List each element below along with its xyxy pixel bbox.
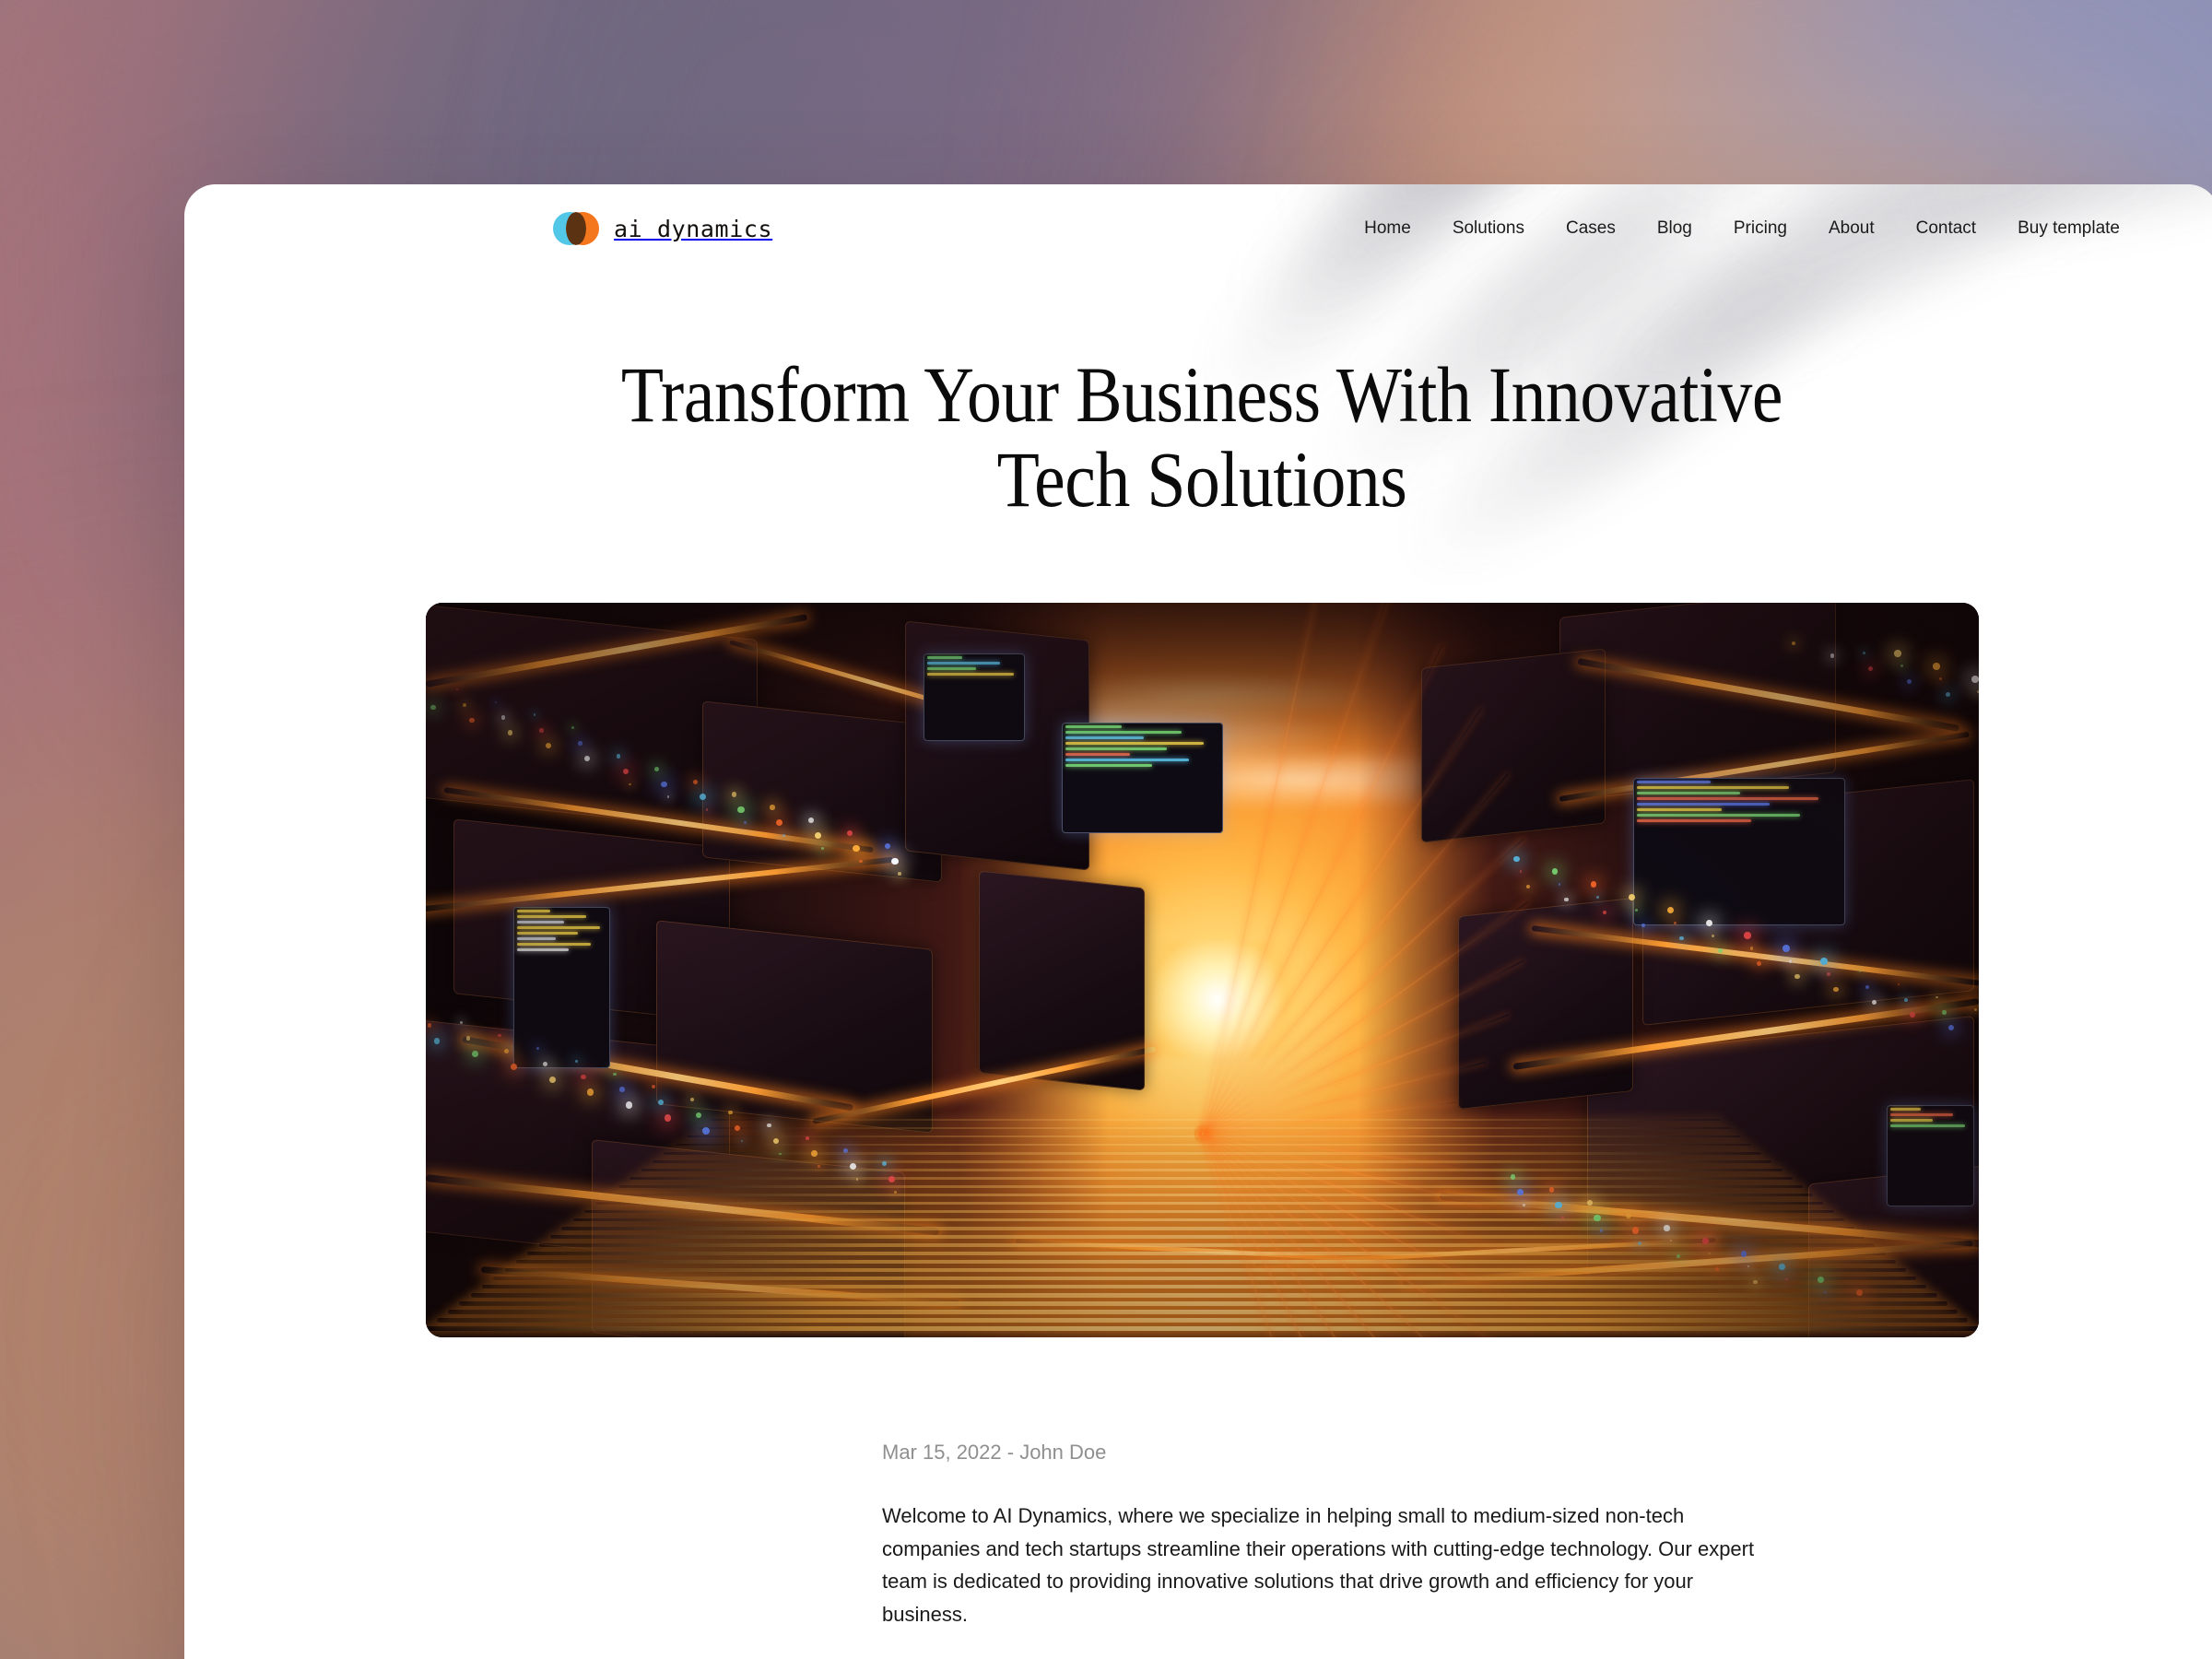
headline-line-1: Transform Your Business With Innovative: [620, 350, 1783, 439]
hero-image: [425, 603, 1979, 1338]
headline-line-2: Tech Solutions: [996, 435, 1407, 524]
site-navbar: ai dynamics Home Solutions Cases Blog Pr…: [184, 184, 2212, 273]
post-meta: Mar 15, 2022 - John Doe: [882, 1441, 1107, 1465]
brand-logo-link[interactable]: ai dynamics: [553, 212, 772, 245]
hero-image-scene: [425, 603, 1979, 1338]
nav-link-about[interactable]: About: [1829, 218, 1875, 239]
browser-page-card: ai dynamics Home Solutions Cases Blog Pr…: [184, 184, 2212, 1659]
page-title: Transform Your Business With Innovative …: [504, 352, 1900, 522]
nav-links: Home Solutions Cases Blog Pricing About …: [1364, 218, 2120, 239]
nav-link-home[interactable]: Home: [1364, 218, 1411, 239]
nav-link-pricing[interactable]: Pricing: [1734, 218, 1787, 239]
article: Transform Your Business With Innovative …: [184, 352, 2212, 1659]
nav-link-blog[interactable]: Blog: [1657, 218, 1692, 239]
nav-link-buy-template[interactable]: Buy template: [2018, 218, 2120, 239]
brand-name: ai dynamics: [614, 215, 773, 242]
nav-link-solutions[interactable]: Solutions: [1453, 218, 1524, 239]
nav-link-contact[interactable]: Contact: [1916, 218, 1976, 239]
two-overlapping-circles-logo-icon: [553, 212, 599, 245]
logo-circle-overlap: [566, 212, 586, 245]
scene-vignette: [425, 603, 1979, 1338]
post-paragraph: Welcome to AI Dynamics, where we special…: [882, 1504, 1755, 1626]
nav-link-cases[interactable]: Cases: [1566, 218, 1616, 239]
